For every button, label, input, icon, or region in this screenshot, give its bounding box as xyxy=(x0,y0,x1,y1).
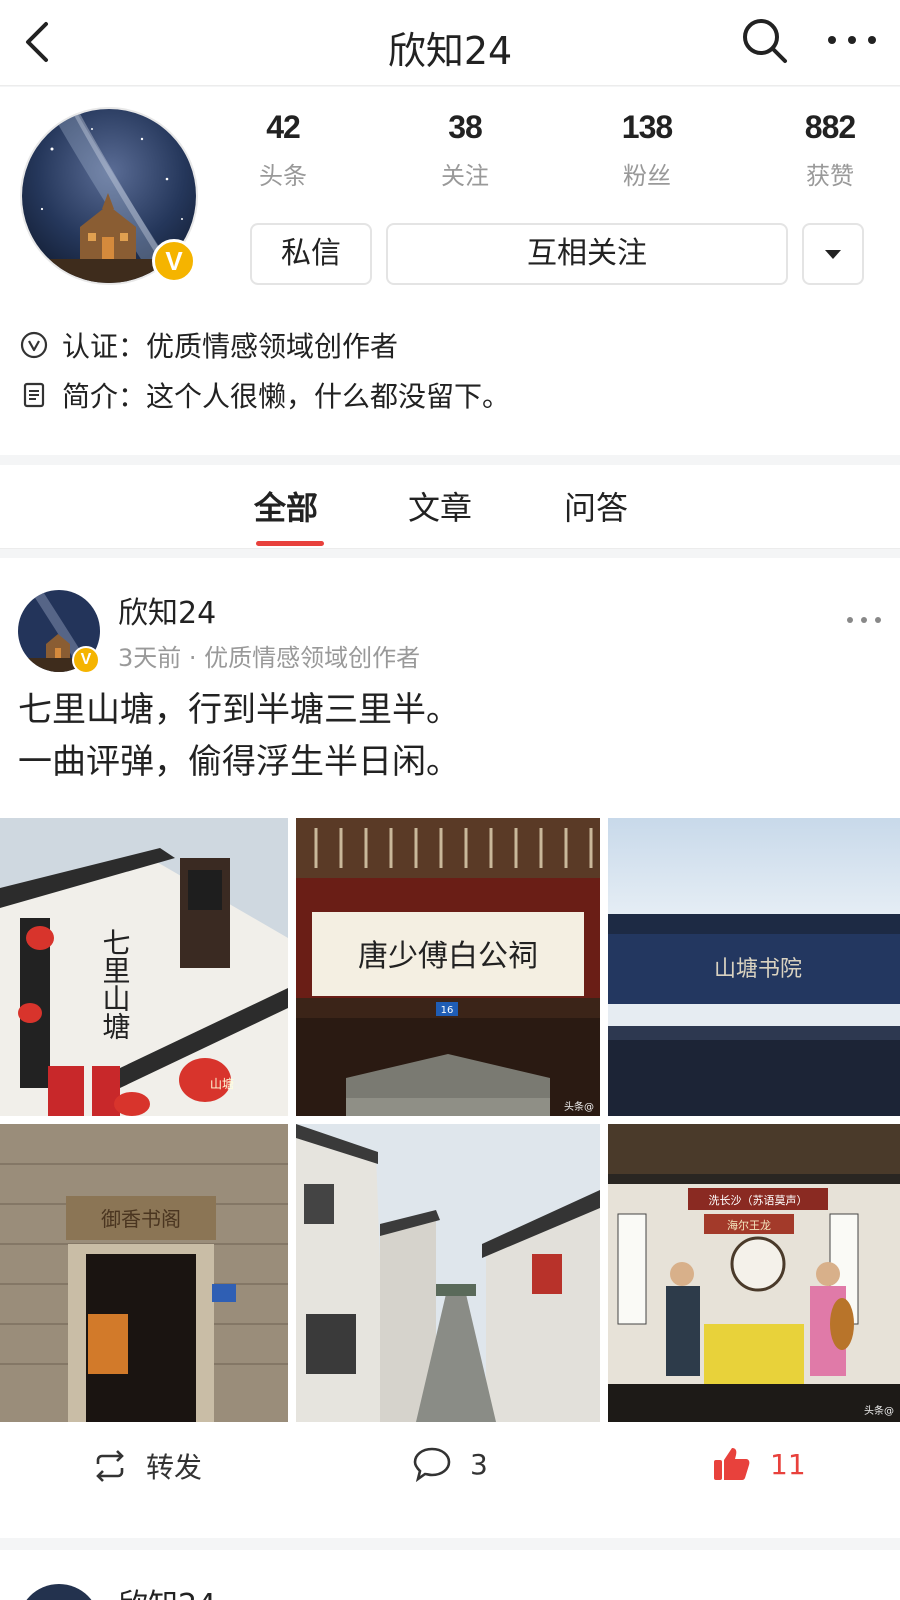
stat-following-label: 关注 xyxy=(441,162,489,190)
stat-likes-value: 882 xyxy=(804,109,856,145)
stage-banner-text: 洗长沙（苏语莫声） xyxy=(709,1193,808,1207)
next-post-author[interactable]: 欣知24 xyxy=(118,1580,216,1600)
post-text[interactable]: 七里山塘，行到半塘三里半。 一曲评弹，偷得浮生半日闲。 xyxy=(18,684,460,788)
shantang-sign-char: 七里山塘 xyxy=(99,928,132,1040)
stat-likes-label: 获赞 xyxy=(806,162,854,190)
stat-followers-label: 粉丝 xyxy=(623,162,671,190)
lantern-text: 山塘 xyxy=(210,1076,234,1091)
gate-plaque-text: 御香书阁 xyxy=(101,1207,181,1231)
like-button[interactable]: 11 xyxy=(712,1446,806,1482)
content-tabs: 全部 文章 问答 xyxy=(0,465,900,549)
door-number: 16 xyxy=(441,1005,454,1016)
post-author-name[interactable]: 欣知24 xyxy=(118,588,216,632)
message-button[interactable]: 私信 xyxy=(250,223,372,285)
comment-count: 3 xyxy=(470,1447,488,1481)
next-post-avatar[interactable] xyxy=(18,1584,100,1600)
stat-following-value: 38 xyxy=(448,109,483,145)
post-text-line: 七里山塘，行到半塘三里半。 xyxy=(18,690,460,730)
more-options-icon[interactable] xyxy=(822,18,882,62)
stat-likes[interactable]: 882 获赞 xyxy=(775,109,885,191)
post-card: V 欣知24 3天前 · 优质情感领域创作者 七里山塘，行到半塘三里半。 一曲评… xyxy=(0,558,900,1538)
stat-posts-value: 42 xyxy=(266,109,301,145)
repost-label: 转发 xyxy=(146,1451,203,1484)
comment-icon xyxy=(413,1447,451,1482)
tab-all[interactable]: 全部 xyxy=(254,483,318,529)
next-post-card[interactable]: 欣知24 xyxy=(0,1550,900,1600)
caret-down-icon xyxy=(825,250,841,259)
tab-qa[interactable]: 问答 xyxy=(564,483,628,529)
temple-plaque-text: 唐少傅白公祠 xyxy=(358,939,538,974)
post-action-bar: 转发 3 11 xyxy=(0,1418,900,1508)
photo-academy[interactable]: 山塘书院 xyxy=(608,818,900,1116)
stat-posts[interactable]: 42 头条 xyxy=(228,109,338,191)
recommend-dropdown-button[interactable] xyxy=(802,223,864,285)
post-more-icon[interactable] xyxy=(844,610,884,630)
photo-canal[interactable] xyxy=(296,1124,600,1422)
post-meta: 3天前 · 优质情感领域创作者 xyxy=(118,644,421,672)
verified-circle-icon xyxy=(20,331,48,359)
active-tab-indicator xyxy=(256,541,324,546)
photo-temple-plaque[interactable]: 唐少傅白公祠 16 头条@ xyxy=(296,818,600,1116)
stat-followers[interactable]: 138 粉丝 xyxy=(592,109,702,191)
stat-posts-label: 头条 xyxy=(259,162,307,190)
comment-button[interactable]: 3 xyxy=(412,1446,488,1482)
photo-stone-gate[interactable]: 御香书阁 xyxy=(0,1124,288,1422)
repost-button[interactable]: 转发 xyxy=(92,1446,202,1486)
post-text-line: 一曲评弹，偷得浮生半日闲。 xyxy=(18,742,460,782)
photo-pingtan-stage[interactable]: 洗长沙（苏语莫声） 海尔王龙 头条@ xyxy=(608,1124,900,1422)
document-icon xyxy=(23,382,45,408)
bio-text: 简介：这个人很懒，什么都没留下。 xyxy=(62,380,511,413)
academy-plaque-text: 山塘书院 xyxy=(714,957,802,982)
stage-sign-text: 海尔王龙 xyxy=(727,1218,771,1232)
stat-following[interactable]: 38 关注 xyxy=(410,109,520,191)
verified-badge-icon: V xyxy=(152,239,196,283)
follow-button[interactable]: 互相关注 xyxy=(386,223,788,285)
stat-followers-value: 138 xyxy=(621,109,673,145)
watermark-text: 头条@ xyxy=(864,1404,894,1417)
thumbs-up-icon xyxy=(714,1448,750,1480)
profile-header: V 42 头条 38 关注 138 粉丝 882 获赞 私信 互相关注 认证：优… xyxy=(0,87,900,455)
search-icon[interactable] xyxy=(740,16,790,66)
top-nav-bar: 欣知24 xyxy=(0,0,900,86)
verification-row: 认证：优质情感领域创作者 xyxy=(20,325,398,365)
repost-icon xyxy=(96,1450,124,1482)
photo-shantang-street[interactable]: 七里山塘 山塘 xyxy=(0,818,288,1116)
verification-text: 认证：优质情感领域创作者 xyxy=(62,330,399,363)
like-count: 11 xyxy=(770,1447,806,1481)
bio-row: 简介：这个人很懒，什么都没留下。 xyxy=(20,375,510,415)
post-verified-badge-icon: V xyxy=(72,646,100,674)
tab-articles[interactable]: 文章 xyxy=(408,483,472,529)
watermark-text: 头条@ xyxy=(564,1100,594,1113)
